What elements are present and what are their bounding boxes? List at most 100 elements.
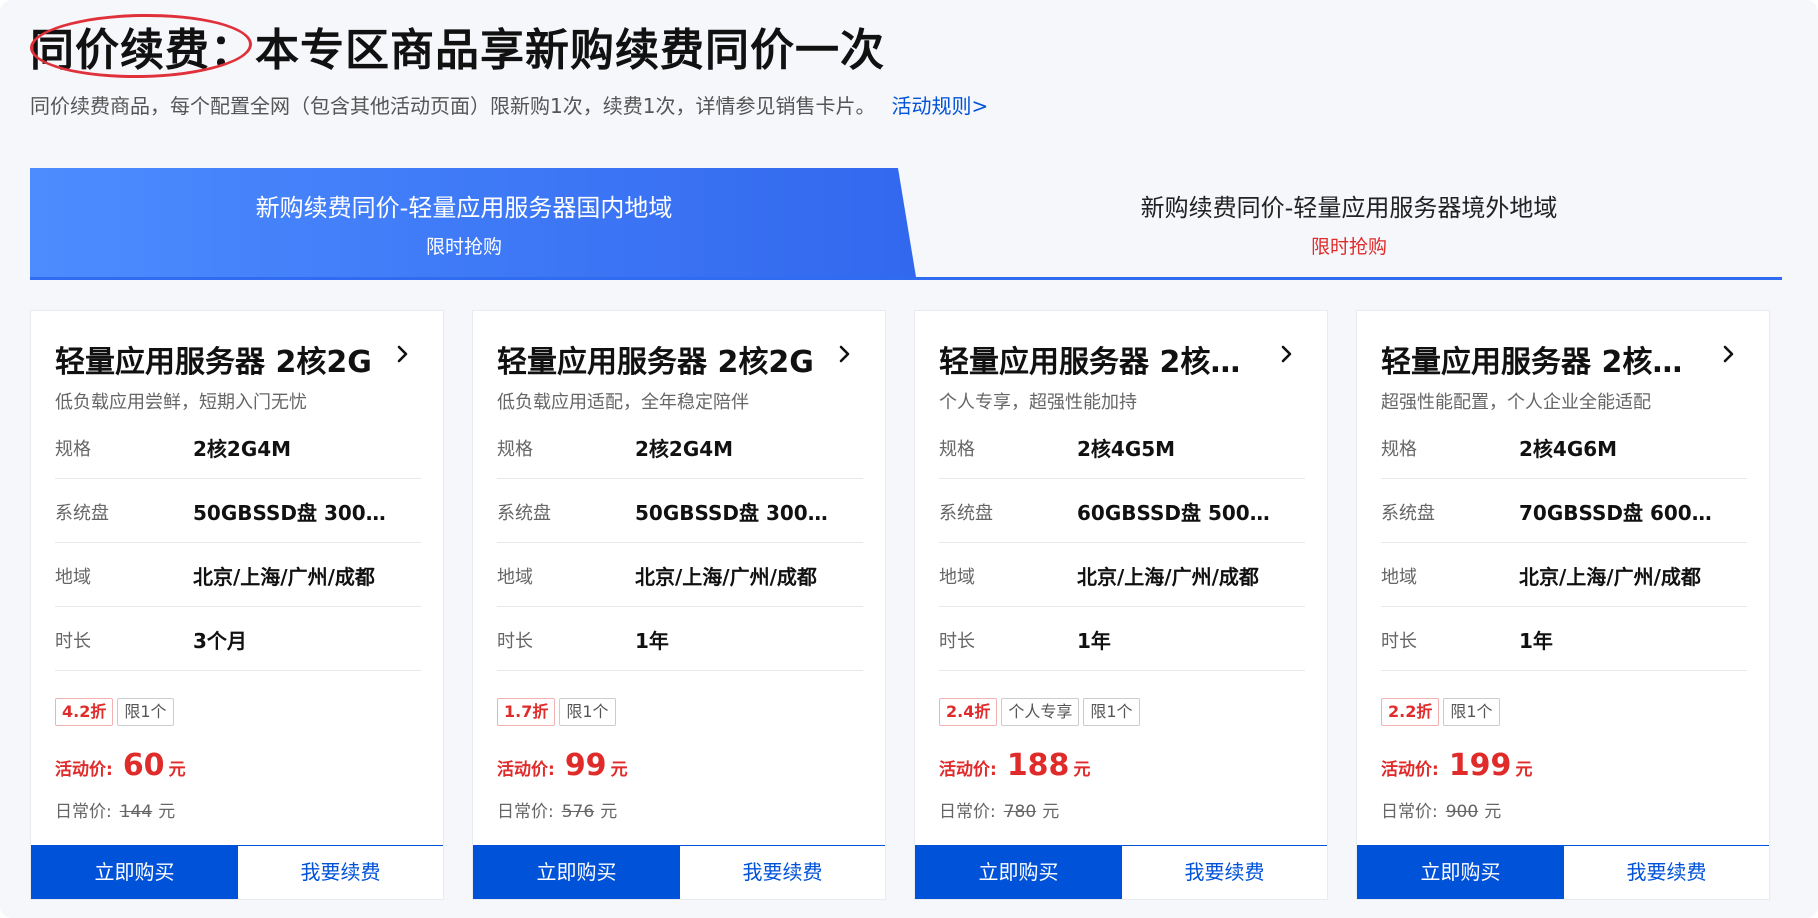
spec-value: 北京/上海/广州/成都	[1519, 565, 1701, 589]
renew-button[interactable]: 我要续费	[680, 845, 885, 899]
limit-tag: 个人专享	[1001, 698, 1080, 726]
product-card: 轻量应用服务器 2核4G5M 个人专享，超强性能加持 规格 2核4G5M 系统盘…	[914, 310, 1328, 900]
spec-row-region: 地域 北京/上海/广州/成都	[55, 543, 421, 607]
tab-domestic[interactable]: 新购续费同价-轻量应用服务器国内地域 限时抢购	[30, 168, 916, 277]
spec-value: 北京/上海/广州/成都	[193, 565, 375, 589]
chevron-right-icon	[839, 345, 850, 363]
chevron-right-icon	[1281, 345, 1292, 363]
spec-value: 1年	[1519, 629, 1553, 653]
chevron-right-icon	[397, 345, 408, 363]
subtitle-text: 同价续费商品，每个配置全网（包含其他活动页面）限新购1次，续费1次，详情参见销售…	[30, 94, 876, 118]
spec-row-spec: 规格 2核4G5M	[939, 415, 1305, 479]
tab-title: 新购续费同价-轻量应用服务器境外地域	[1140, 194, 1558, 222]
orig-label: 日常价:	[55, 802, 112, 822]
card-description: 个人专享，超强性能加持	[939, 392, 1137, 413]
renew-button[interactable]: 我要续费	[1122, 845, 1327, 899]
tab-sub: 限时抢购	[1310, 236, 1387, 258]
orig-unit: 元	[158, 802, 176, 822]
discount-tag: 1.7折	[497, 698, 556, 726]
activity-price: 活动价: 99 元	[497, 748, 628, 783]
renew-button[interactable]: 我要续费	[1564, 845, 1769, 899]
card-actions: 立即购买 我要续费	[31, 845, 443, 899]
price-label: 活动价:	[497, 760, 555, 780]
discount-tag: 4.2折	[55, 698, 114, 726]
spec-row-disk: 系统盘 70GBSSD盘 600GB月流量	[1381, 479, 1747, 543]
card-header[interactable]: 轻量应用服务器 2核4G5M	[939, 337, 1303, 380]
tab-title: 新购续费同价-轻量应用服务器国内地域	[255, 194, 673, 222]
price-label: 活动价:	[55, 760, 113, 780]
tab-sub: 限时抢购	[425, 236, 502, 258]
spec-label: 地域	[55, 567, 91, 588]
card-actions: 立即购买 我要续费	[473, 845, 885, 899]
spec-label: 规格	[939, 439, 975, 460]
spec-label: 系统盘	[939, 503, 993, 524]
price-unit: 元	[610, 760, 628, 780]
spec-label: 时长	[939, 631, 975, 652]
spec-label: 系统盘	[1381, 503, 1435, 524]
spec-label: 地域	[497, 567, 533, 588]
spec-label: 地域	[1381, 567, 1417, 588]
price-value: 199	[1448, 748, 1512, 783]
card-title: 轻量应用服务器 2核2G	[55, 345, 372, 380]
spec-row-region: 地域 北京/上海/广州/成都	[1381, 543, 1747, 607]
spec-value: 50GBSSD盘 300GB月流量	[193, 501, 401, 525]
buy-now-button[interactable]: 立即购买	[473, 845, 680, 899]
region-tabs: 新购续费同价-轻量应用服务器国内地域 限时抢购 新购续费同价-轻量应用服务器境外…	[30, 168, 1782, 280]
spec-label: 时长	[497, 631, 533, 652]
orig-value: 144	[119, 802, 153, 822]
spec-value: 50GBSSD盘 300GB月流量	[635, 501, 843, 525]
tag-list: 2.2折 限1个	[1381, 698, 1504, 726]
orig-label: 日常价:	[497, 802, 554, 822]
spec-label: 规格	[497, 439, 533, 460]
orig-unit: 元	[1484, 802, 1502, 822]
price-label: 活动价:	[1381, 760, 1439, 780]
price-label: 活动价:	[939, 760, 997, 780]
spec-row-disk: 系统盘 50GBSSD盘 300GB月流量	[497, 479, 863, 543]
tag-list: 1.7折 限1个	[497, 698, 620, 726]
card-actions: 立即购买 我要续费	[1357, 845, 1769, 899]
product-card: 轻量应用服务器 2核4G6M 超强性能配置，个人企业全能适配 规格 2核4G6M…	[1356, 310, 1770, 900]
limit-tag: 限1个	[1443, 698, 1500, 726]
spec-row-duration: 时长 1年	[1381, 607, 1747, 671]
spec-label: 系统盘	[55, 503, 109, 524]
activity-price: 活动价: 199 元	[1381, 748, 1532, 783]
spec-value: 1年	[1077, 629, 1111, 653]
tag-list: 4.2折 限1个	[55, 698, 178, 726]
spec-value: 60GBSSD盘 500GB月流量	[1077, 501, 1285, 525]
buy-now-button[interactable]: 立即购买	[31, 845, 238, 899]
card-description: 低负载应用尝鲜，短期入门无忧	[55, 392, 307, 413]
spec-label: 时长	[1381, 631, 1417, 652]
page-subtitle: 同价续费商品，每个配置全网（包含其他活动页面）限新购1次，续费1次，详情参见销售…	[30, 90, 988, 119]
buy-now-button[interactable]: 立即购买	[915, 845, 1122, 899]
card-title: 轻量应用服务器 2核2G	[497, 345, 814, 380]
activity-price: 活动价: 188 元	[939, 748, 1090, 783]
tab-overseas[interactable]: 新购续费同价-轻量应用服务器境外地域 限时抢购	[916, 168, 1782, 277]
card-header[interactable]: 轻量应用服务器 2核4G6M	[1381, 337, 1745, 380]
spec-value: 北京/上海/广州/成都	[635, 565, 817, 589]
spec-value: 70GBSSD盘 600GB月流量	[1519, 501, 1727, 525]
card-header[interactable]: 轻量应用服务器 2核2G	[497, 337, 861, 380]
buy-now-button[interactable]: 立即购买	[1357, 845, 1564, 899]
tag-list: 2.4折 个人专享 限1个	[939, 698, 1144, 726]
price-value: 60	[122, 748, 165, 783]
spec-row-disk: 系统盘 60GBSSD盘 500GB月流量	[939, 479, 1305, 543]
spec-row-region: 地域 北京/上海/广州/成都	[939, 543, 1305, 607]
activity-price: 活动价: 60 元	[55, 748, 186, 783]
chevron-right-icon	[1723, 345, 1734, 363]
spec-value: 北京/上海/广州/成都	[1077, 565, 1259, 589]
renew-button[interactable]: 我要续费	[238, 845, 443, 899]
price-unit: 元	[1073, 760, 1091, 780]
spec-value: 2核2G4M	[193, 437, 292, 461]
spec-row-duration: 时长 1年	[497, 607, 863, 671]
regular-price: 日常价: 576 元	[497, 797, 617, 822]
orig-unit: 元	[600, 802, 618, 822]
spec-row-spec: 规格 2核2G4M	[497, 415, 863, 479]
spec-value: 2核4G6M	[1519, 437, 1618, 461]
promo-section: 同价续费：本专区商品享新购续费同价一次 同价续费商品，每个配置全网（包含其他活动…	[0, 0, 1818, 918]
tab-underline	[30, 277, 1782, 280]
orig-value: 900	[1445, 802, 1479, 822]
rules-link[interactable]: 活动规则>	[891, 94, 988, 118]
card-header[interactable]: 轻量应用服务器 2核2G	[55, 337, 419, 380]
discount-tag: 2.2折	[1381, 698, 1440, 726]
card-description: 低负载应用适配，全年稳定陪伴	[497, 392, 749, 413]
